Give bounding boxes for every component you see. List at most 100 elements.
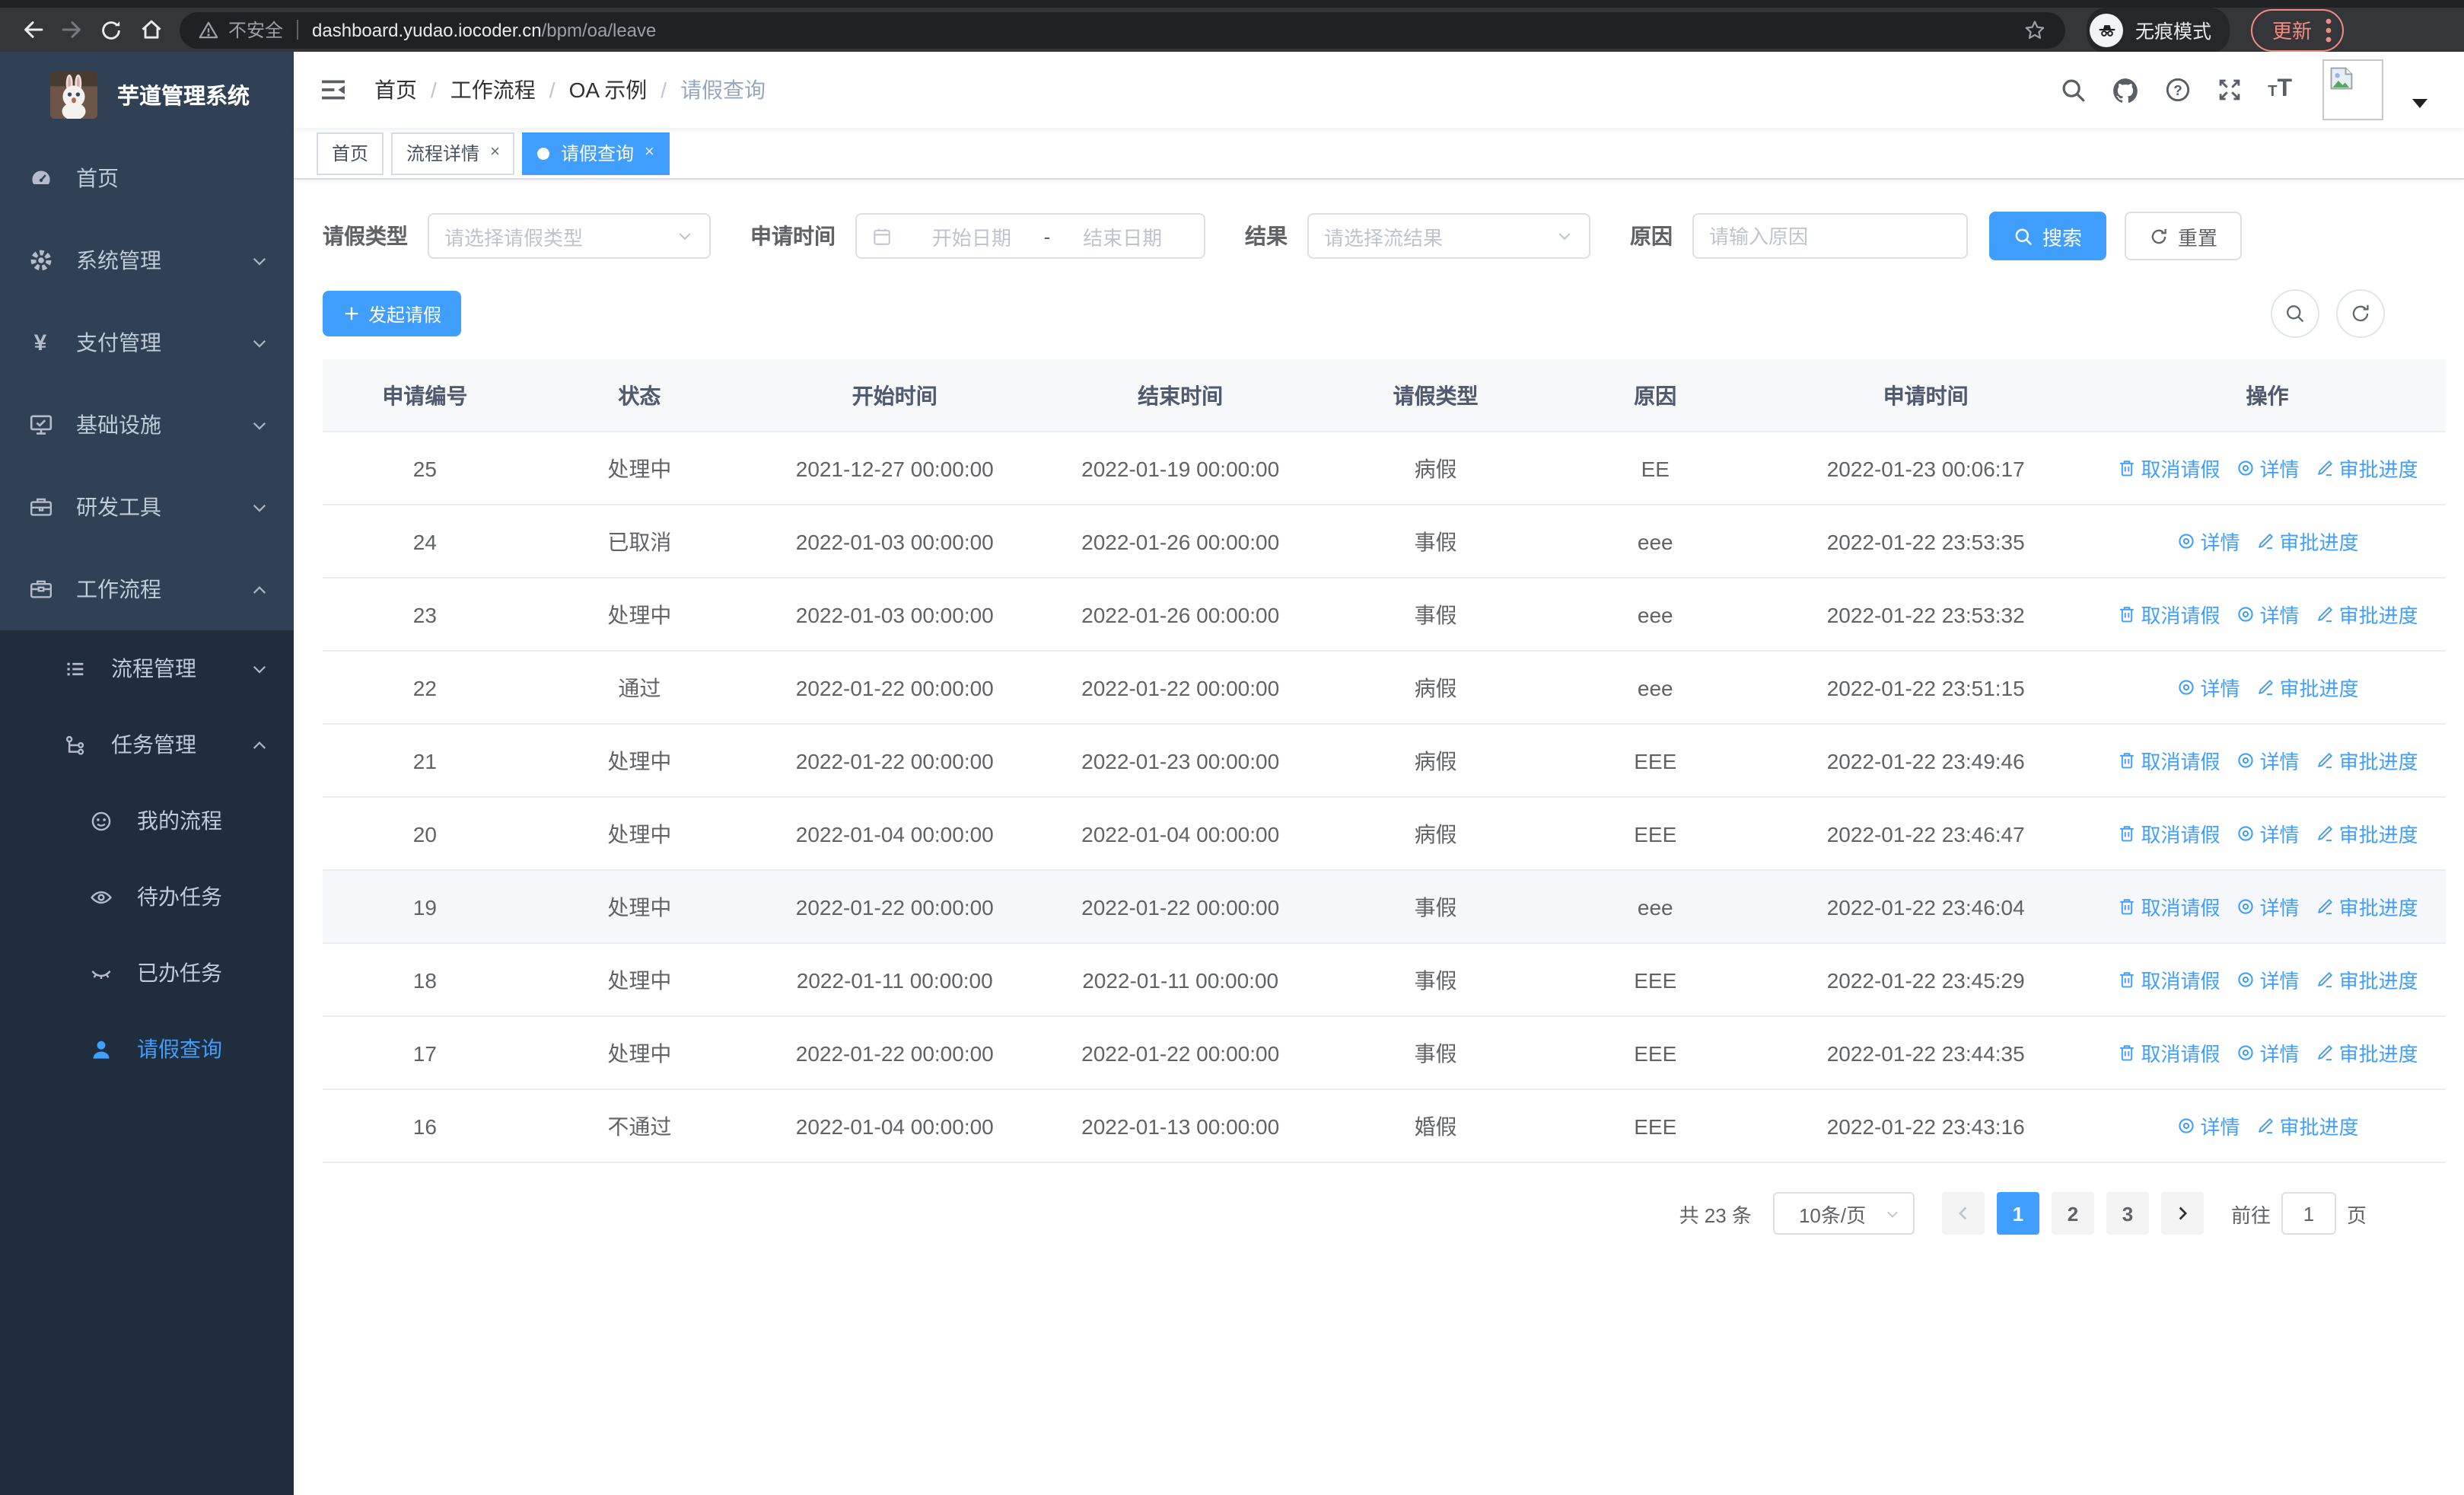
action-progress-link[interactable]: 审批进度 [2255,673,2359,702]
chevron-down-icon [1555,227,1574,245]
action-cancel-link[interactable]: 取消请假 [2117,600,2220,629]
cell-start: 2022-01-03 00:00:00 [752,505,1038,579]
sidebar-item-done-tasks[interactable]: 已办任务 [0,935,294,1011]
action-cancel-link[interactable]: 取消请假 [2117,965,2220,994]
create-leave-button[interactable]: 发起请假 [323,291,462,336]
action-cancel-link[interactable]: 取消请假 [2117,454,2220,483]
action-label: 详情 [2259,970,2300,993]
help-icon[interactable]: ? [2164,76,2192,104]
action-detail-link[interactable]: 详情 [2236,892,2300,921]
action-detail-link[interactable]: 详情 [2176,527,2240,556]
browser-home-icon[interactable] [131,10,170,49]
pagination-page-2[interactable]: 2 [2051,1192,2094,1235]
action-detail-link[interactable]: 详情 [2236,746,2300,775]
reason-input[interactable] [1694,215,1966,257]
column-header: 开始时间 [752,359,1038,432]
font-size-icon[interactable]: TT [2268,77,2292,102]
sidebar-item-leave-query[interactable]: 请假查询 [0,1011,294,1087]
start-date-placeholder[interactable]: 开始日期 [906,222,1038,250]
action-progress-link[interactable]: 审批进度 [2315,454,2418,483]
action-progress-link[interactable]: 审批进度 [2315,965,2418,994]
sidebar-menu: 首页 系统管理 ¥ 支付管理 基础设施 研发工具 工作流程 [0,137,294,630]
sidebar-item-task-management[interactable]: 任务管理 [0,706,294,783]
sidebar-item-todo-tasks[interactable]: 待办任务 [0,859,294,935]
action-detail-link[interactable]: 详情 [2236,965,2300,994]
column-header: 原因 [1548,359,1763,432]
pagination-prev-button[interactable] [1941,1192,1985,1235]
avatar-caret-icon[interactable] [2412,99,2427,108]
bookmark-star-icon[interactable] [2023,18,2047,42]
action-progress-link[interactable]: 审批进度 [2315,1038,2418,1067]
action-detail-link[interactable]: 详情 [2236,600,2300,629]
fullscreen-icon[interactable] [2216,76,2243,104]
breadcrumb-item[interactable]: 工作流程 [450,75,536,105]
sidebar-item-dev-tools[interactable]: 研发工具 [0,466,294,548]
sidebar-logo-row[interactable]: 芋道管理系统 [0,52,294,137]
sidebar-item-process-management[interactable]: 流程管理 [0,630,294,706]
page-size-select[interactable]: 10条/页 [1772,1192,1915,1235]
end-date-placeholder[interactable]: 结束日期 [1056,222,1189,250]
active-tab-dot-icon [537,147,550,159]
view-icon [2176,1116,2196,1136]
browser-back-icon[interactable] [12,10,52,49]
sidebar-collapse-icon[interactable] [318,75,349,105]
pagination-next-button[interactable] [2160,1192,2204,1235]
sidebar-item-infrastructure[interactable]: 基础设施 [0,384,294,466]
reset-button[interactable]: 重置 [2125,212,2243,260]
header-search-icon[interactable] [2061,77,2087,103]
action-cancel-link[interactable]: 取消请假 [2117,1038,2220,1067]
result-select[interactable]: 请选择流结果 [1307,213,1590,259]
sidebar-item-my-processes[interactable]: 我的流程 [0,783,294,859]
security-warning-icon[interactable] [198,19,219,40]
update-label[interactable]: 更新 [2272,15,2312,44]
tab-close-icon[interactable]: × [645,144,654,161]
tab-leave-query[interactable]: 请假查询 × [522,132,670,174]
action-progress-link[interactable]: 审批进度 [2315,600,2418,629]
action-progress-link[interactable]: 审批进度 [2315,892,2418,921]
breadcrumb-item[interactable]: 首页 [374,75,417,105]
table-header-row: 申请编号 状态 开始时间 结束时间 请假类型 原因 申请时间 操作 [323,359,2446,432]
tab-process-detail[interactable]: 流程详情 × [391,132,515,174]
tab-home[interactable]: 首页 [317,132,384,174]
browser-reload-icon[interactable] [91,10,131,49]
pagination: 共 23 条 10条/页 123 前往 1 页 [323,1192,2446,1235]
sidebar-item-workflow[interactable]: 工作流程 [0,548,294,630]
goto-page-input[interactable] [2281,1192,2336,1235]
action-progress-link[interactable]: 审批进度 [2255,527,2359,556]
action-label: 取消请假 [2141,604,2220,627]
github-icon[interactable] [2111,75,2140,104]
sidebar-item-home[interactable]: 首页 [0,137,294,219]
action-progress-link[interactable]: 审批进度 [2315,819,2418,848]
browser-menu-dots-icon[interactable] [2326,18,2332,42]
cell-reason: EEE [1548,797,1763,871]
action-cancel-link[interactable]: 取消请假 [2117,892,2220,921]
calendar-icon [872,226,892,246]
tab-close-icon[interactable]: × [490,144,500,161]
search-button[interactable]: 搜索 [1989,212,2107,260]
avatar[interactable] [2322,59,2383,120]
action-progress-link[interactable]: 审批进度 [2315,746,2418,775]
action-detail-link[interactable]: 详情 [2236,454,2300,483]
security-warning-label[interactable]: 不安全 [228,17,283,43]
action-detail-link[interactable]: 详情 [2236,819,2300,848]
action-cancel-link[interactable]: 取消请假 [2117,819,2220,848]
table-search-toggle-icon[interactable] [2271,289,2319,338]
browser-update-button[interactable]: 更新 [2251,8,2345,51]
sidebar-item-payment-management[interactable]: ¥ 支付管理 [0,301,294,384]
browser-forward-icon[interactable] [52,10,91,49]
action-cancel-link[interactable]: 取消请假 [2117,746,2220,775]
table-refresh-icon[interactable] [2336,289,2385,338]
breadcrumb-item[interactable]: OA 示例 [569,75,648,105]
action-detail-link[interactable]: 详情 [2176,673,2240,702]
action-progress-link[interactable]: 审批进度 [2255,1111,2359,1140]
address-bar[interactable]: 不安全 dashboard.yudao.iocoder.cn/bpm/oa/le… [180,11,2065,48]
action-detail-link[interactable]: 详情 [2176,1111,2240,1140]
leave-type-select[interactable]: 请选择请假类型 [428,213,711,259]
pagination-page-1[interactable]: 1 [1996,1192,2039,1235]
apply-time-range-picker[interactable]: 开始日期 - 结束日期 [855,213,1205,259]
sidebar-item-system-management[interactable]: 系统管理 [0,219,294,301]
action-label: 取消请假 [2141,970,2220,993]
pagination-page-3[interactable]: 3 [2106,1192,2149,1235]
reason-label: 原因 [1630,224,1673,248]
action-detail-link[interactable]: 详情 [2236,1038,2300,1067]
